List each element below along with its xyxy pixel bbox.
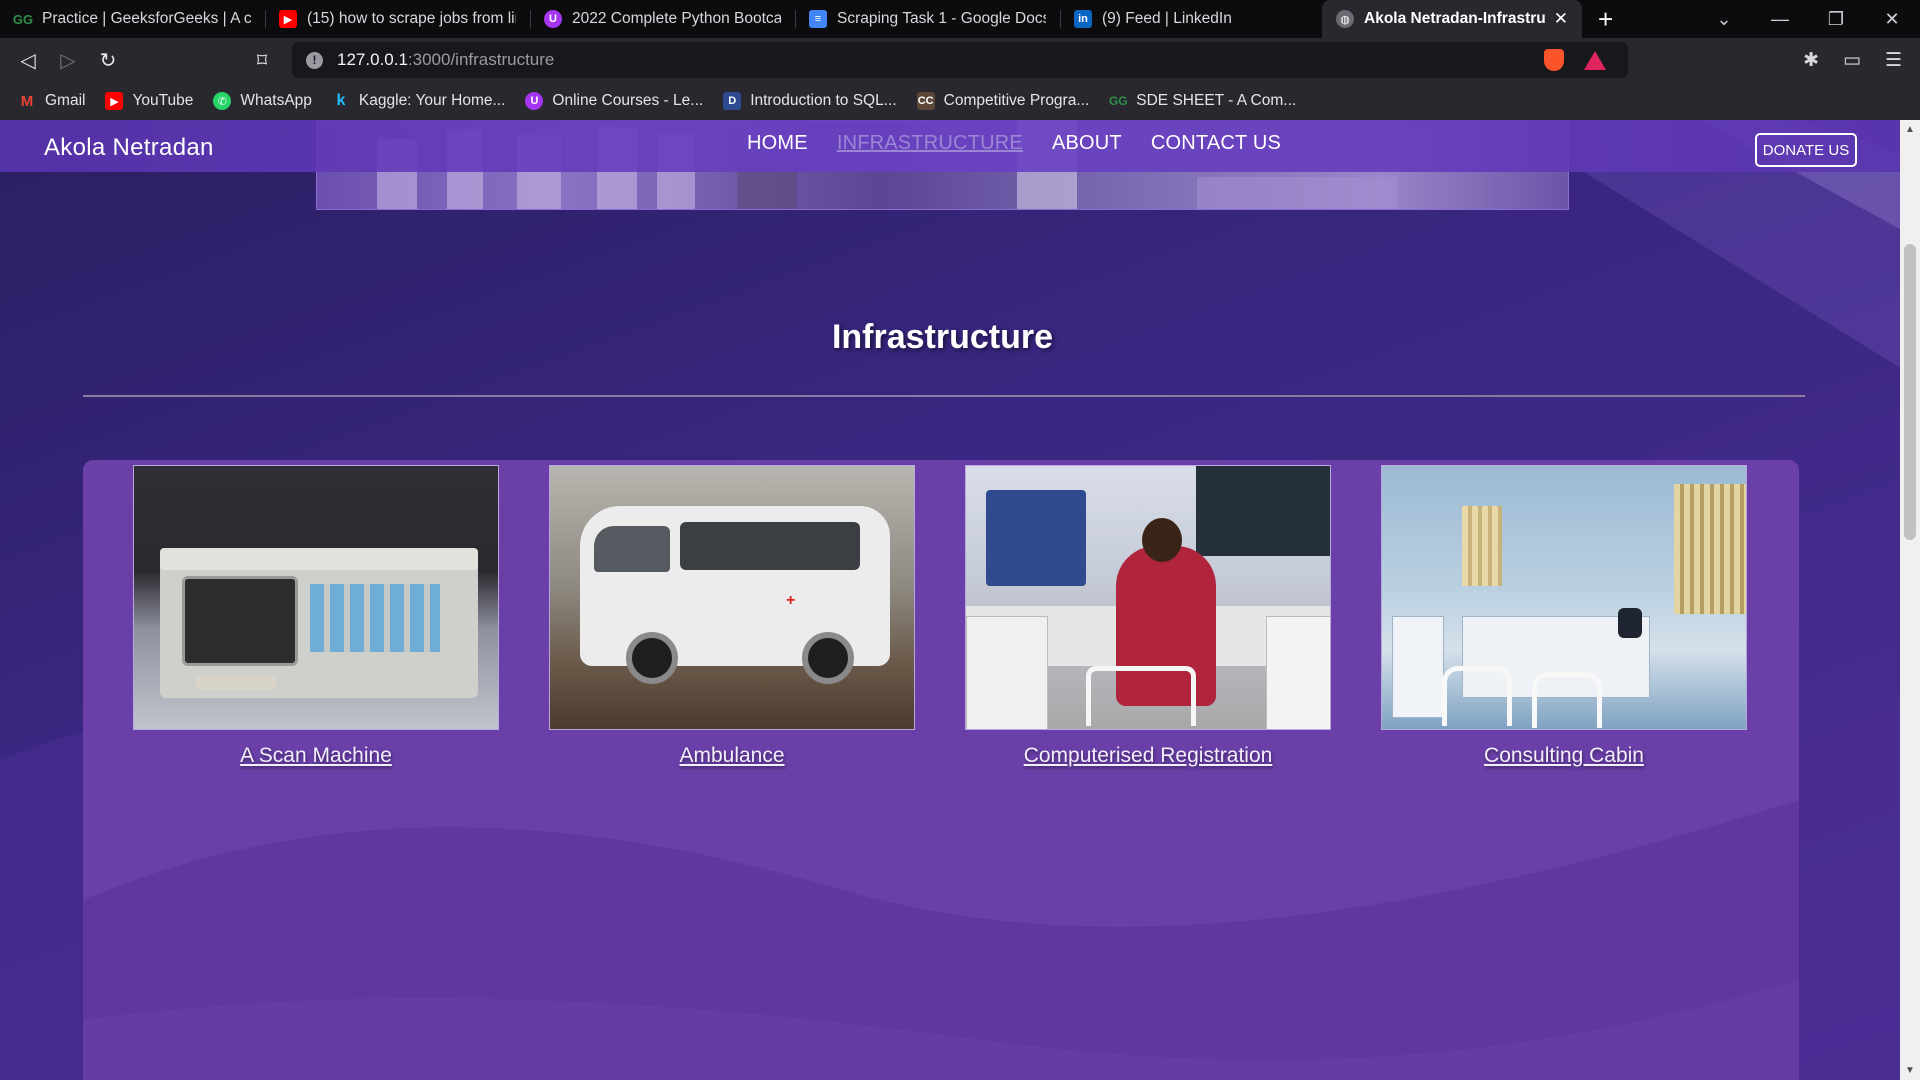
- extensions-icon[interactable]: ✱: [1803, 49, 1819, 72]
- nav-home[interactable]: HOME: [747, 132, 808, 155]
- ambulance-image[interactable]: +: [549, 465, 915, 730]
- bookmark-label: YouTube: [132, 92, 194, 109]
- minimize-window-icon[interactable]: —: [1752, 9, 1808, 30]
- card-title-a-scan-machine[interactable]: A Scan Machine: [133, 744, 499, 768]
- tab-title: 2022 Complete Python Bootcamp: [572, 10, 781, 27]
- reload-icon[interactable]: ↻: [88, 48, 128, 73]
- browser-tab-akola-netradan[interactable]: ◍ Akola Netradan-Infrastructu ✕: [1322, 0, 1582, 38]
- page-scrollbar[interactable]: ▲ ▼: [1900, 120, 1920, 1080]
- wallet-icon[interactable]: ▭: [1843, 49, 1861, 72]
- google-docs-icon: ≡: [809, 10, 827, 28]
- tab-title: Akola Netradan-Infrastructu: [1364, 10, 1546, 27]
- browser-toolbar: ◁ ▷ ↻ ⌑ ! 127.0.0.1:3000/infrastructure …: [0, 38, 1920, 82]
- back-icon[interactable]: ◁: [8, 48, 48, 73]
- browser-tab-linkedin[interactable]: in (9) Feed | LinkedIn: [1060, 0, 1322, 38]
- bookmark-label: Gmail: [45, 92, 86, 109]
- page-viewport: Akola Netradan HOME INFRASTRUCTURE ABOUT…: [0, 120, 1920, 1080]
- page-title: Infrastructure: [831, 318, 1054, 356]
- bookmark-label: Competitive Progra...: [943, 92, 1090, 109]
- site-nav-links: HOME INFRASTRUCTURE ABOUT CONTACT US: [747, 132, 1281, 155]
- bookmark-icon[interactable]: ⌑: [242, 48, 282, 73]
- geeksforgeeks-icon: GG: [12, 11, 34, 27]
- bookmark-label: WhatsApp: [240, 92, 312, 109]
- tab-search-chevron-icon[interactable]: ⌄: [1696, 9, 1752, 30]
- bookmark-kaggle[interactable]: k Kaggle: Your Home...: [332, 92, 506, 110]
- card-title-ambulance[interactable]: Ambulance: [549, 744, 915, 768]
- udemy-icon: U: [544, 10, 562, 28]
- nav-about[interactable]: ABOUT: [1052, 132, 1122, 155]
- tab-title: Practice | GeeksforGeeks | A comp: [42, 10, 251, 27]
- forward-icon[interactable]: ▷: [48, 48, 88, 73]
- site-brand[interactable]: Akola Netradan: [44, 134, 214, 162]
- bookmark-gmail[interactable]: M Gmail: [18, 92, 86, 110]
- consulting-cabin-image[interactable]: [1381, 465, 1747, 730]
- card-title-computerised-registration[interactable]: Computerised Registration: [965, 744, 1331, 768]
- a-scan-machine-image[interactable]: [133, 465, 499, 730]
- tab-title: (9) Feed | LinkedIn: [1102, 10, 1232, 27]
- close-tab-icon[interactable]: ✕: [1554, 9, 1568, 29]
- kaggle-icon: k: [336, 92, 346, 109]
- infrastructure-card: Computerised Registration: [965, 465, 1331, 768]
- address-bar[interactable]: ! 127.0.0.1:3000/infrastructure: [292, 42, 1628, 78]
- linkedin-icon: in: [1074, 10, 1092, 28]
- infrastructure-card: Consulting Cabin: [1381, 465, 1747, 768]
- nav-contact-us[interactable]: CONTACT US: [1151, 132, 1281, 155]
- browser-tab-strip: GG Practice | GeeksforGeeks | A comp ▶ (…: [0, 0, 1920, 38]
- bookmark-label: Online Courses - Le...: [552, 92, 704, 109]
- menu-icon[interactable]: ☰: [1885, 49, 1902, 72]
- brave-rewards-icon[interactable]: [1584, 50, 1606, 70]
- bookmark-udemy[interactable]: U Online Courses - Le...: [525, 92, 703, 110]
- title-divider: [83, 395, 1805, 397]
- datacamp-icon: D: [723, 92, 742, 110]
- infrastructure-card: + Ambulance: [549, 465, 915, 768]
- bookmark-youtube[interactable]: ▶ YouTube: [105, 92, 193, 110]
- scrollbar-thumb[interactable]: [1904, 244, 1916, 540]
- tab-title: (15) how to scrape jobs from link: [307, 10, 516, 27]
- udemy-icon: U: [525, 92, 544, 110]
- gmail-icon: M: [20, 92, 34, 110]
- globe-icon: ◍: [1336, 10, 1354, 28]
- bookmarks-bar: M Gmail ▶ YouTube ✆ WhatsApp k Kaggle: Y…: [0, 82, 1920, 120]
- infrastructure-card: A Scan Machine: [133, 465, 499, 768]
- browser-tab-youtube[interactable]: ▶ (15) how to scrape jobs from link: [265, 0, 530, 38]
- bookmark-sde-sheet[interactable]: GG SDE SHEET - A Com...: [1109, 92, 1296, 110]
- bookmark-label: Introduction to SQL...: [750, 92, 897, 109]
- donate-button[interactable]: DONATE US: [1755, 133, 1857, 167]
- site-info-icon[interactable]: !: [306, 51, 323, 69]
- youtube-icon: ▶: [279, 10, 297, 28]
- browser-tab-udemy[interactable]: U 2022 Complete Python Bootcamp: [530, 0, 795, 38]
- bookmark-codechef[interactable]: CC Competitive Progra...: [916, 92, 1090, 110]
- scroll-down-icon[interactable]: ▼: [1900, 1065, 1920, 1076]
- new-tab-icon[interactable]: +: [1598, 4, 1613, 35]
- youtube-icon: ▶: [105, 92, 124, 110]
- geeksforgeeks-icon: GG: [1108, 94, 1128, 108]
- window-controls: ⌄ — ❐ ✕: [1696, 0, 1920, 38]
- close-window-icon[interactable]: ✕: [1864, 9, 1920, 30]
- nav-infrastructure[interactable]: INFRASTRUCTURE: [837, 132, 1023, 155]
- brave-shields-icon[interactable]: [1544, 49, 1564, 71]
- url-host: 127.0.0.1: [337, 50, 408, 69]
- card-title-consulting-cabin[interactable]: Consulting Cabin: [1381, 744, 1747, 768]
- scroll-up-icon[interactable]: ▲: [1900, 124, 1920, 135]
- tab-title: Scraping Task 1 - Google Docs: [837, 10, 1046, 27]
- whatsapp-icon: ✆: [213, 92, 232, 110]
- restore-window-icon[interactable]: ❐: [1808, 9, 1864, 30]
- browser-tab-google-docs[interactable]: ≡ Scraping Task 1 - Google Docs: [795, 0, 1060, 38]
- bookmark-label: SDE SHEET - A Com...: [1136, 92, 1297, 109]
- codechef-icon: CC: [916, 92, 935, 110]
- bookmark-datacamp[interactable]: D Introduction to SQL...: [723, 92, 897, 110]
- url-path: :3000/infrastructure: [407, 50, 555, 69]
- bookmark-whatsapp[interactable]: ✆ WhatsApp: [213, 92, 312, 110]
- browser-tab-geeksforgeeks[interactable]: GG Practice | GeeksforGeeks | A comp: [0, 0, 265, 38]
- bookmark-label: Kaggle: Your Home...: [358, 92, 506, 109]
- computerised-registration-image[interactable]: [965, 465, 1331, 730]
